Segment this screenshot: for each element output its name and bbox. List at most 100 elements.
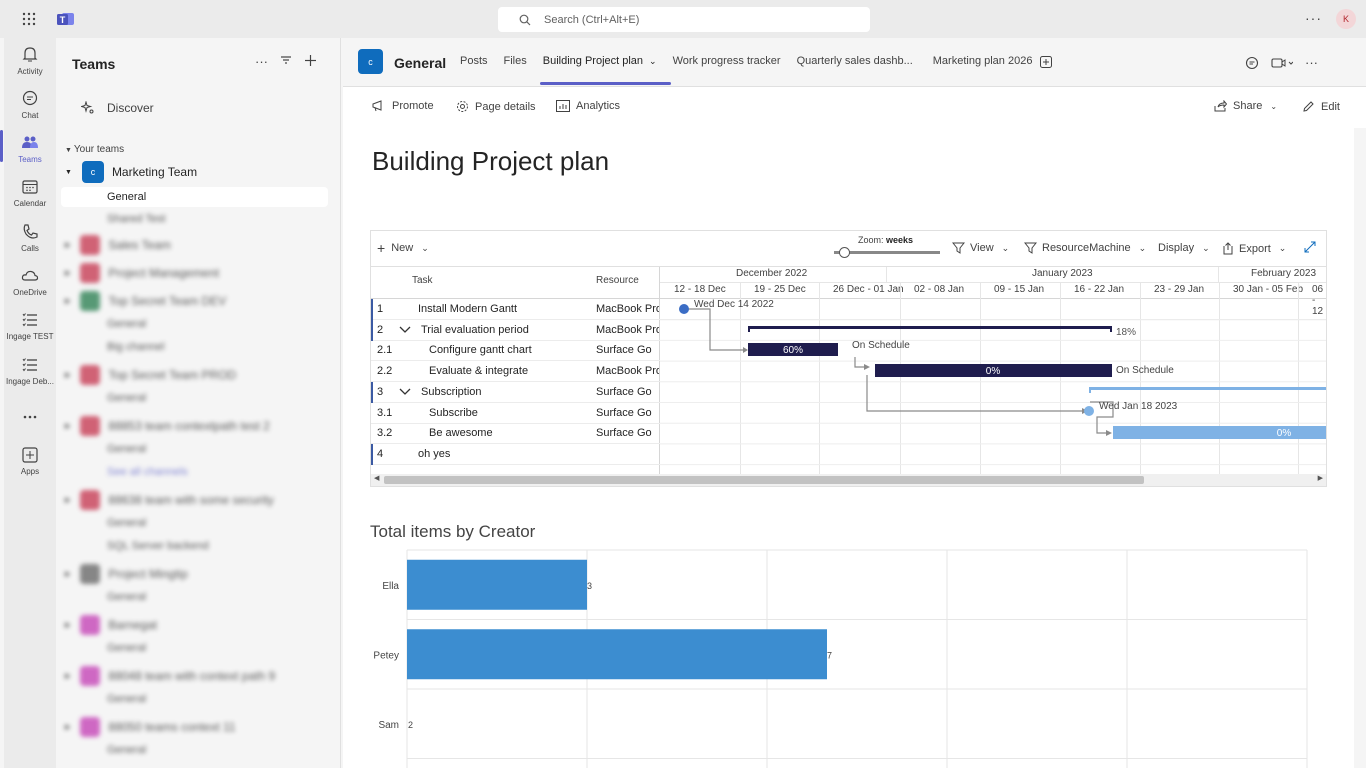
app-rail: Activity Chat Teams Calendar Calls OneDrive In… <box>0 38 56 768</box>
tab-posts[interactable]: Posts <box>460 55 488 67</box>
rail-calls[interactable]: Calls <box>4 223 56 253</box>
scrollbar-thumb[interactable] <box>384 476 1144 484</box>
rail-chat[interactable]: Chat <box>4 90 56 120</box>
channel-shared-test[interactable]: Shared Test <box>61 209 328 229</box>
add-tab-icon[interactable] <box>1040 56 1052 68</box>
channel-item[interactable]: General <box>61 439 328 459</box>
edit-button[interactable]: Edit <box>1302 100 1340 113</box>
search-input[interactable]: Search (Ctrl+Alt+E) <box>498 7 870 32</box>
promote-button[interactable]: Promote <box>372 100 434 112</box>
gantt-task-row[interactable]: 2.2 Evaluate & integrate MacBook Pro <box>371 361 660 383</box>
filter-icon[interactable] <box>280 54 292 66</box>
conversation-icon[interactable] <box>1245 56 1259 70</box>
tab-quarterly-sales-dashb[interactable]: Quarterly sales dashb... <box>797 55 913 67</box>
view-button[interactable]: View ⌄ <box>952 242 1009 254</box>
your-teams-label: Your teams <box>73 144 125 155</box>
channel-item[interactable]: SQL Server backend <box>61 536 328 556</box>
team-name: Top Secret Team DEV <box>108 294 227 308</box>
team-row[interactable]: ▶ 88048 team with context path 9 <box>65 665 335 687</box>
more-icon[interactable]: ··· <box>1305 55 1318 70</box>
settings-more-icon[interactable]: ··· <box>1305 10 1322 26</box>
rail-activity[interactable]: Activity <box>4 46 56 76</box>
edit-label: Edit <box>1321 100 1340 113</box>
your-teams-header[interactable]: ▼ Your teams <box>65 144 124 155</box>
phone-icon <box>23 224 38 239</box>
page-details-button[interactable]: Page details <box>456 100 536 113</box>
add-icon[interactable] <box>304 54 317 67</box>
channel-item[interactable]: General <box>61 740 328 760</box>
share-label: Share <box>1233 100 1263 112</box>
gantt-task-row[interactable]: 3.1 Subscribe Surface Go <box>371 403 660 424</box>
team-row[interactable]: ▶ 88050 teams context 11 <box>65 716 335 738</box>
more-options-icon[interactable]: ··· <box>255 54 268 69</box>
chart-bar-ella <box>407 559 587 610</box>
task-resource: Surface Go <box>596 406 652 419</box>
gantt-task-row[interactable]: 3 Subscription Surface Go <box>371 381 660 403</box>
team-row[interactable]: ▶ Top Secret Team PROD <box>65 364 335 386</box>
video-call-icon[interactable] <box>1271 57 1293 69</box>
channel-item[interactable]: General <box>61 388 328 408</box>
gear-icon <box>457 101 468 112</box>
display-button[interactable]: Display ⌄ <box>1158 242 1210 254</box>
tab-work-progress-tracker[interactable]: Work progress tracker <box>673 55 781 67</box>
avatar[interactable]: K <box>1336 9 1356 29</box>
task-number: 3 <box>377 385 384 398</box>
team-marketing[interactable]: ▼ c Marketing Team <box>65 161 335 183</box>
channel-item[interactable]: See all channels <box>61 462 328 482</box>
share-button[interactable]: Share ⌄ <box>1214 100 1277 112</box>
channel-item[interactable]: Big channel <box>61 337 328 357</box>
rail-ingage-test[interactable]: Ingage TEST <box>4 311 56 341</box>
chart-category-label: Petey <box>373 650 399 661</box>
team-row[interactable]: ▶ 88638 team with some security <box>65 489 335 511</box>
discover-button[interactable]: Discover <box>81 101 154 115</box>
gantt-task-row[interactable]: 4 oh yes <box>371 443 660 465</box>
rail-[interactable] <box>4 408 56 429</box>
gantt-task-row[interactable]: 2 Trial evaluation period MacBook Pro <box>371 319 660 341</box>
zoom-slider-handle[interactable] <box>839 247 850 258</box>
task-bar-progress: 60% <box>783 345 803 356</box>
channel-item[interactable]: General <box>61 314 328 334</box>
tab-building-project-plan[interactable]: Building Project plan ⌄ <box>539 55 671 85</box>
list-icon <box>22 313 37 327</box>
app-launcher-icon[interactable] <box>22 12 36 26</box>
channel-item[interactable]: General <box>61 689 328 709</box>
rail-ingage-deb[interactable]: Ingage Deb... <box>4 356 56 386</box>
team-row[interactable]: ▶ 88853 team contextpath test 2 <box>65 415 335 437</box>
team-avatar <box>80 263 101 283</box>
expand-icon[interactable] <box>1304 241 1316 253</box>
analytics-button[interactable]: Analytics <box>556 100 620 112</box>
gantt-task-row[interactable]: 2.1 Configure gantt chart Surface Go <box>371 340 660 362</box>
team-row[interactable]: ▶ Project Management <box>65 262 335 284</box>
new-task-button[interactable]: + New ⌄ <box>377 241 429 255</box>
collapse-chevron-icon[interactable] <box>399 326 411 334</box>
tab-label: Quarterly sales dashb... <box>796 55 913 67</box>
scroll-right-icon[interactable]: ▶ <box>1318 474 1323 482</box>
channel-general[interactable]: General <box>61 187 328 207</box>
gantt-task-row[interactable]: 3.2 Be awesome Surface Go <box>371 423 660 445</box>
channel-item[interactable]: General <box>61 587 328 607</box>
scroll-left-icon[interactable]: ◀ <box>374 474 379 482</box>
export-button[interactable]: Export ⌄ <box>1222 242 1286 255</box>
caret-right-icon: ▶ <box>65 270 71 277</box>
gantt-horizontal-scrollbar[interactable]: ◀ ▶ <box>371 474 1326 486</box>
collapse-chevron-icon[interactable] <box>399 388 411 396</box>
tab-files[interactable]: Files <box>504 55 527 67</box>
rail-teams[interactable]: Teams <box>0 130 56 164</box>
channel-item[interactable]: General <box>61 513 328 533</box>
team-row[interactable]: ▶ Sales Team <box>65 234 335 256</box>
resource-filter-button[interactable]: ResourceMachine ⌄ <box>1024 242 1146 254</box>
summary-bar <box>1089 387 1326 390</box>
team-row[interactable]: ▶ Barnegat <box>65 614 335 636</box>
team-row[interactable]: ▶ Top Secret Team DEV <box>65 290 335 312</box>
page-command-bar: Promote Page details Analytics Share ⌄ E… <box>343 88 1366 125</box>
rail-calendar[interactable]: Calendar <box>4 178 56 208</box>
tab-marketing-plan-2026[interactable]: Marketing plan 2026 <box>933 55 1033 67</box>
page-scrollbar[interactable] <box>1354 128 1366 768</box>
rail-onedrive[interactable]: OneDrive <box>4 267 56 297</box>
team-avatar <box>80 490 101 510</box>
channel-item[interactable]: General <box>61 638 328 658</box>
gantt-task-row[interactable]: 1 Install Modern Gantt MacBook Pro <box>371 299 660 320</box>
search-icon <box>519 14 531 25</box>
team-row[interactable]: ▶ Project Mingtip <box>65 563 335 585</box>
rail-apps[interactable]: Apps <box>4 446 56 476</box>
